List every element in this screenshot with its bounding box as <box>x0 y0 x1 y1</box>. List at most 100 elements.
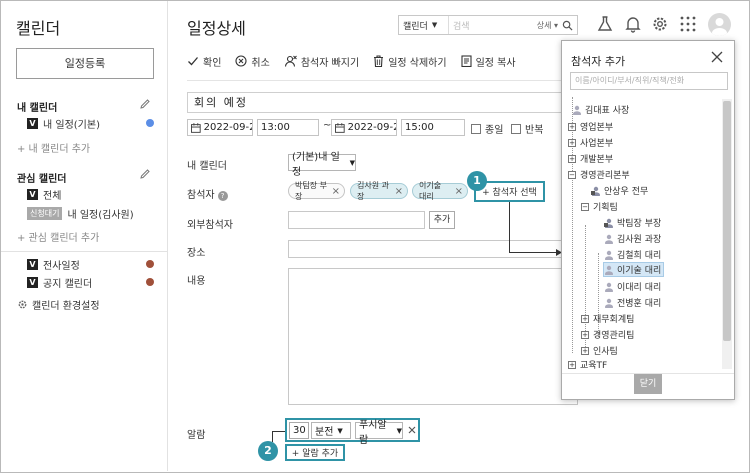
calendar-item-my-default[interactable]: V 내 일정(기본) <box>27 116 100 131</box>
edit-pencil-icon[interactable] <box>139 98 151 110</box>
copy-schedule-button[interactable]: 일정 복사 <box>461 54 516 69</box>
person-icon <box>605 298 613 308</box>
alarm-value-input[interactable]: 30 <box>289 422 309 439</box>
org-tree: 김대표 사장 + 영업본부 + 사업본부 + 개발본부 − 경영관리본부 안상우 전무 … <box>562 97 736 369</box>
start-date-input[interactable]: 2022-09-23 <box>187 119 253 136</box>
attendee-picker-popup: 참석자 추가 이름/아이디/부서/직위/직책/전화 김대표 사장 + 영업본부 +… <box>561 40 735 400</box>
tree-node-person[interactable]: 박팀장 부장 <box>604 215 661 230</box>
app-grid-icon[interactable] <box>679 15 697 33</box>
calendar-item-notice[interactable]: V 공지 캘린더 <box>27 275 93 290</box>
content-textarea[interactable] <box>288 268 578 405</box>
add-interest-calendar-link[interactable]: + 관심 캘린더 추가 <box>17 229 99 244</box>
tree-node-team[interactable]: + 재무회계팀 <box>581 311 634 326</box>
add-my-calendar-link[interactable]: + 내 캘린더 추가 <box>17 140 90 155</box>
check-icon <box>188 57 198 66</box>
checkbox-checked-icon[interactable]: V <box>27 276 38 288</box>
confirm-button[interactable]: 확인 <box>187 54 221 69</box>
delete-schedule-button[interactable]: 일정 삭제하기 <box>373 54 447 69</box>
tree-node-person[interactable]: 김대표 사장 <box>572 102 629 117</box>
alarm-type-select[interactable]: 푸시알람 ▼ <box>355 420 403 446</box>
flask-icon[interactable] <box>596 15 614 33</box>
avatar[interactable] <box>708 13 731 36</box>
settings-gear-icon[interactable] <box>651 15 669 33</box>
tree-node-team[interactable]: + 인사팀 <box>581 343 618 358</box>
tree-node-person[interactable]: 안상우 전무 <box>591 183 648 198</box>
bell-icon[interactable] <box>624 15 642 33</box>
tree-node-dept[interactable]: + 개발본부 <box>568 151 613 166</box>
tree-node-person[interactable]: 전병훈 대리 <box>604 295 661 310</box>
start-time-input[interactable]: 13:00 <box>257 119 319 136</box>
search-input[interactable]: 검색 <box>449 19 537 32</box>
close-icon[interactable] <box>710 50 724 64</box>
calendar-select[interactable]: (기본)내 일정 ▼ <box>288 152 356 178</box>
person-icon <box>605 250 613 260</box>
tree-node-dept[interactable]: − 경영관리본부 <box>568 167 630 182</box>
tree-node-dept[interactable]: + 영업본부 <box>568 119 613 134</box>
leave-attendee-button[interactable]: 참석자 빠지기 <box>284 54 359 69</box>
checkbox-checked-icon[interactable]: V <box>27 117 38 129</box>
calendar-item-pending[interactable]: 신청대기 내 일정(김사원) <box>27 206 134 221</box>
calendar-item-label: 공지 캘린더 <box>43 278 93 290</box>
remove-tag-icon[interactable]: × <box>332 186 340 197</box>
calendar-settings-link[interactable]: 캘린더 환경설정 <box>17 297 100 312</box>
calendar-color-dot <box>146 278 154 286</box>
popup-title: 참석자 추가 <box>571 55 626 68</box>
expand-plus-icon: + <box>581 346 589 355</box>
add-alarm-button[interactable]: + 알람 추가 <box>285 444 345 461</box>
sidebar: 캘린더 일정등록 내 캘린더 V 내 일정(기본) + 내 캘린더 추가 관심 … <box>1 1 168 471</box>
search-scope-select[interactable]: 캘린더 ▼ <box>399 16 449 34</box>
tree-node-person-selected[interactable]: 이기술 대리 <box>603 262 665 277</box>
remove-alarm-icon[interactable] <box>407 425 417 435</box>
person-icon <box>605 265 613 275</box>
calendar-item-label: 전체 <box>43 190 62 202</box>
person-icon <box>605 234 613 244</box>
place-label: 장소 <box>187 248 206 259</box>
external-attendee-input[interactable] <box>288 211 425 229</box>
my-calendar-heading: 내 캘린더 <box>17 103 58 114</box>
search-bar: 캘린더 ▼ 검색 상세 ▾ <box>398 15 578 35</box>
repeat-checkbox[interactable]: 반복 <box>511 121 543 136</box>
register-schedule-button[interactable]: 일정등록 <box>16 48 154 79</box>
calendar-item-label: 내 일정(기본) <box>43 119 100 131</box>
tree-node-person[interactable]: 이대리 대리 <box>604 279 661 294</box>
popup-search-input[interactable]: 이름/아이디/부서/직위/직책/전화 <box>570 72 728 90</box>
help-icon[interactable]: ? <box>217 191 228 201</box>
tree-node-team[interactable]: + 경영관리팀 <box>581 327 634 342</box>
tree-node-person[interactable]: 김철희 대리 <box>604 247 661 262</box>
tree-node-person[interactable]: 김사원 과장 <box>604 231 661 246</box>
gear-icon <box>18 300 27 308</box>
callout-connector <box>272 431 273 442</box>
page-title: 일정상세 <box>187 19 246 38</box>
alarm-unit-select[interactable]: 분전 ▼ <box>311 422 351 439</box>
search-detail-toggle[interactable]: 상세 ▾ <box>537 20 558 31</box>
calendar-label: 내 캘린더 <box>187 161 227 172</box>
tree-node-team[interactable]: − 기획팀 <box>581 199 618 214</box>
calendar-item-all[interactable]: V 전체 <box>27 187 62 202</box>
edit-pencil-icon[interactable] <box>139 168 151 180</box>
calendar-item-company[interactable]: V 전사일정 <box>27 257 80 272</box>
toolbar: 확인 취소 참석자 빠지기 일정 삭제하기 일정 복사 <box>187 53 530 69</box>
external-add-button[interactable]: 추가 <box>429 211 455 229</box>
checkbox-checked-icon[interactable]: V <box>27 258 38 270</box>
all-day-checkbox[interactable]: 종일 <box>471 121 503 136</box>
trash-icon <box>374 55 384 67</box>
subject-input[interactable]: 회의 예정 <box>187 92 567 113</box>
tree-node-dept[interactable]: + 사업본부 <box>568 135 613 150</box>
cancel-button[interactable]: 취소 <box>235 54 270 69</box>
sidebar-title: 캘린더 <box>16 19 61 38</box>
remove-tag-icon[interactable]: × <box>455 186 463 197</box>
pending-badge: 신청대기 <box>27 206 63 220</box>
remove-tag-icon[interactable]: × <box>395 186 403 197</box>
place-input[interactable] <box>288 240 578 258</box>
tree-node-dept[interactable]: + 교육TF <box>568 357 607 369</box>
end-time-input[interactable]: 15:00 <box>401 119 465 136</box>
external-attendee-label: 외부참석자 <box>187 220 233 231</box>
user-avatar-icon <box>712 18 727 36</box>
end-date-input[interactable]: 2022-09-23 <box>331 119 397 136</box>
content-label: 내용 <box>187 276 206 287</box>
search-icon[interactable] <box>562 20 573 31</box>
checkbox-checked-icon[interactable]: V <box>27 188 38 200</box>
callout-connector <box>272 431 285 432</box>
popup-close-button[interactable]: 닫기 <box>634 374 662 394</box>
collapse-minus-icon: − <box>568 170 576 179</box>
